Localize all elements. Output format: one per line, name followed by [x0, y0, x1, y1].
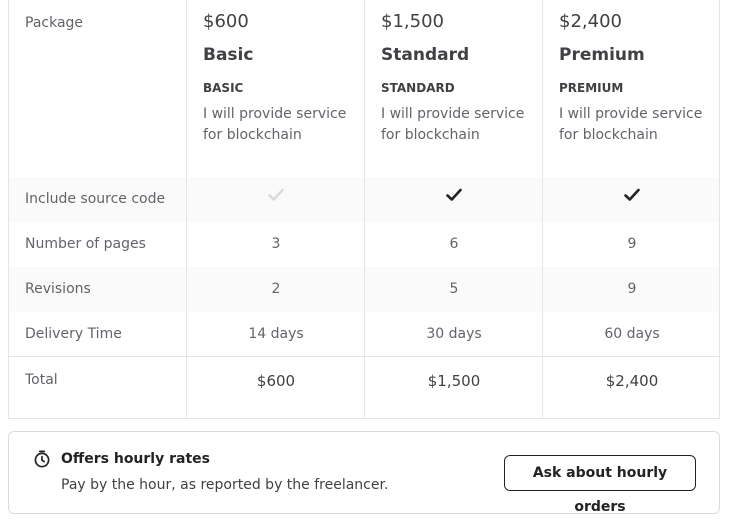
cell-pages-premium: 9 — [627, 236, 637, 252]
package-label: Package — [25, 15, 84, 31]
package-name: Premium — [559, 45, 645, 65]
ask-hourly-orders-button[interactable]: Ask about hourly orders — [504, 455, 696, 515]
cell-total-basic: $600 — [256, 372, 296, 390]
package-description: I will provide service for blockchain — [381, 106, 525, 143]
cell-revisions-basic: 2 — [271, 281, 281, 297]
cell-pages-standard: 6 — [449, 236, 459, 252]
package-header-standard: $1,500 Standard STANDARD I will provide … — [365, 0, 543, 146]
package-name: Basic — [203, 45, 254, 65]
cell-total-standard: $1,500 — [427, 372, 481, 390]
package-price: $2,400 — [559, 11, 622, 32]
package-name: Standard — [381, 45, 470, 65]
row-label-total: Total — [25, 372, 58, 388]
package-description: I will provide service for blockchain — [203, 106, 347, 143]
hourly-rates-box: Offers hourly rates Pay by the hour, as … — [8, 431, 720, 515]
cell-delivery-basic: 14 days — [248, 326, 304, 342]
package-header-premium: $2,400 Premium PREMIUM I will provide se… — [543, 0, 721, 146]
row-label-pages: Number of pages — [25, 236, 146, 252]
cell-delivery-premium: 60 days — [604, 326, 660, 342]
check-icon — [543, 188, 721, 206]
package-tier: PREMIUM — [559, 81, 624, 95]
clock-icon — [33, 450, 51, 468]
package-description: I will provide service for blockchain — [559, 106, 703, 143]
hourly-title: Offers hourly rates — [61, 451, 210, 467]
check-icon-disabled — [187, 188, 365, 206]
row-label-revisions: Revisions — [25, 281, 91, 297]
row-label-source-code: Include source code — [25, 191, 166, 207]
package-price: $600 — [203, 11, 249, 32]
package-comparison-table: Package $600 Basic BASIC I will provide … — [8, 0, 720, 419]
package-header-basic: $600 Basic BASIC I will provide service … — [187, 0, 365, 146]
cell-revisions-standard: 5 — [449, 281, 459, 297]
package-tier: BASIC — [203, 81, 244, 95]
package-tier: STANDARD — [381, 81, 455, 95]
check-icon — [365, 188, 543, 206]
row-label-delivery: Delivery Time — [25, 326, 122, 342]
hourly-subtitle: Pay by the hour, as reported by the free… — [61, 477, 389, 493]
cell-delivery-standard: 30 days — [426, 326, 482, 342]
cell-pages-basic: 3 — [271, 236, 281, 252]
package-price: $1,500 — [381, 11, 444, 32]
cell-revisions-premium: 9 — [627, 281, 637, 297]
cell-total-premium: $2,400 — [605, 372, 659, 390]
